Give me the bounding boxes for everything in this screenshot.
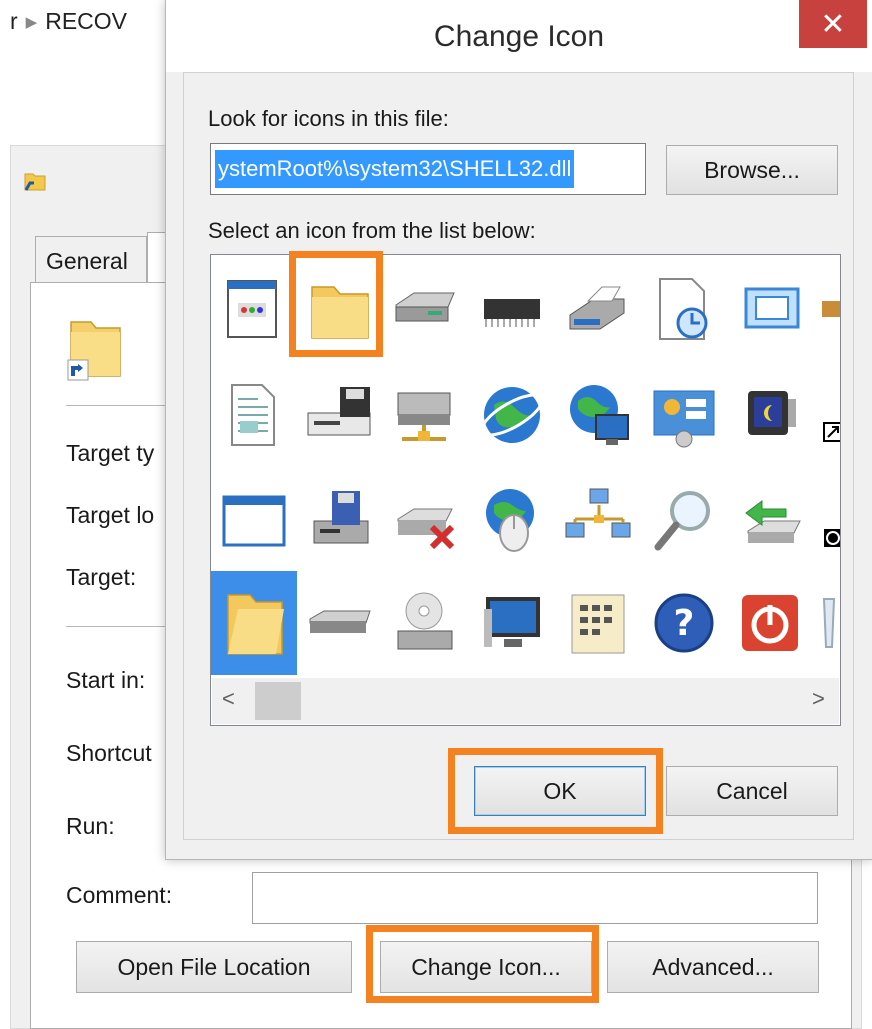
horizontal-scrollbar[interactable]	[212, 678, 839, 724]
icon-cell[interactable]	[469, 469, 555, 573]
open-folder-icon	[227, 594, 284, 655]
icon-cell[interactable]	[383, 469, 469, 573]
icon-cell[interactable]	[211, 571, 297, 675]
icon-cell[interactable]	[469, 363, 555, 467]
cancel-button[interactable]: Cancel	[666, 766, 838, 816]
globe-mouse-icon	[486, 489, 534, 552]
icon-cell[interactable]	[383, 571, 469, 675]
target-type-label: Target ty	[66, 440, 155, 466]
icon-cell[interactable]	[211, 257, 297, 361]
icon-cell[interactable]	[813, 571, 840, 675]
divider	[66, 626, 176, 627]
look-for-icons-label: Look for icons in this file:	[208, 106, 449, 131]
power-icon	[742, 595, 798, 651]
dialog-title: Change Icon	[433, 20, 605, 53]
magnifier-icon	[654, 491, 710, 551]
globe-icon	[480, 387, 544, 443]
hard-drive-icon	[395, 292, 455, 322]
application-window-icon	[227, 280, 277, 338]
close-button[interactable]: ✕	[799, 0, 867, 48]
scroll-right-arrow[interactable]: >	[812, 686, 825, 712]
removable-drive-icon	[309, 610, 371, 633]
comment-label: Comment:	[66, 882, 173, 908]
svg-text:?: ?	[674, 603, 695, 644]
icon-cell[interactable]	[469, 257, 555, 361]
clock-small-icon	[824, 529, 840, 547]
icon-cell[interactable]	[383, 363, 469, 467]
select-icon-label: Select an icon from the list below:	[208, 218, 536, 243]
icon-cell[interactable]	[641, 257, 727, 361]
icon-cell[interactable]	[555, 363, 641, 467]
icon-cell[interactable]: ?	[641, 571, 727, 675]
icon-cell[interactable]	[555, 469, 641, 573]
icon-cell[interactable]	[383, 257, 469, 361]
run-label: Run:	[66, 813, 115, 839]
icon-cell[interactable]	[297, 363, 383, 467]
breadcrumb: r ▶ RECOV	[10, 8, 127, 35]
grid-document-icon	[571, 594, 625, 654]
icon-cell[interactable]	[813, 469, 840, 573]
divider	[66, 405, 176, 406]
icon-cell[interactable]	[555, 257, 641, 361]
icon-cell[interactable]	[727, 257, 813, 361]
icon-cell[interactable]	[555, 571, 641, 675]
recycle-bin-icon	[822, 598, 836, 648]
cd-drive-icon	[397, 592, 453, 650]
start-in-label: Start in:	[66, 667, 146, 693]
scroll-left-arrow[interactable]: <	[222, 686, 235, 712]
icon-cell[interactable]	[727, 571, 813, 675]
shortcut-key-label: Shortcut	[66, 740, 152, 766]
disconnected-drive-icon	[397, 508, 455, 550]
icon-file-input[interactable]: ystemRoot%\system32\SHELL32.dll	[210, 143, 646, 195]
clock-document-icon	[659, 278, 708, 340]
memory-chip-icon	[484, 299, 540, 327]
partial-icon	[822, 301, 840, 317]
computer-floppy-icon	[307, 387, 371, 436]
icon-file-path: ystemRoot%\system32\SHELL32.dll	[215, 150, 575, 188]
breadcrumb-prefix[interactable]: r	[10, 8, 18, 34]
text-document-icon	[231, 384, 275, 446]
printer-icon	[569, 286, 625, 330]
icon-cell[interactable]	[641, 469, 727, 573]
icon-cell[interactable]	[641, 363, 727, 467]
target-location-label: Target lo	[66, 502, 155, 528]
icon-cell[interactable]	[813, 363, 840, 467]
highlight-folder-icon	[289, 251, 383, 357]
browse-button[interactable]: Browse...	[666, 145, 838, 195]
network-globe-icon	[570, 385, 629, 445]
shortcut-arrow-icon	[823, 422, 840, 442]
icon-cell[interactable]	[727, 363, 813, 467]
screensaver-icon	[748, 391, 796, 435]
icon-cell[interactable]	[727, 469, 813, 573]
network-drive-icon	[397, 392, 451, 441]
usb-drive-arrow-icon	[745, 500, 801, 543]
icon-cell[interactable]	[297, 571, 383, 675]
display-properties-icon	[744, 287, 800, 329]
icon-cell[interactable]	[813, 257, 840, 361]
shortcut-folder-icon	[22, 168, 48, 194]
chevron-right-icon: ▶	[25, 14, 38, 31]
close-icon: ✕	[820, 7, 846, 41]
help-icon: ?	[654, 593, 714, 653]
advanced-button[interactable]: Advanced...	[607, 941, 819, 993]
icon-cell[interactable]	[211, 363, 297, 467]
highlight-change-icon	[366, 925, 599, 1003]
network-computers-icon	[565, 488, 631, 538]
folder-shortcut-icon	[65, 312, 125, 382]
target-label: Target:	[66, 564, 137, 590]
control-panel-icon	[653, 390, 715, 448]
monitor-icon	[484, 597, 540, 647]
icon-cell[interactable]	[297, 469, 383, 573]
window-icon	[222, 495, 286, 547]
breadcrumb-current[interactable]: RECOV	[45, 8, 127, 34]
icon-cell[interactable]	[211, 469, 297, 573]
scroll-thumb[interactable]	[255, 682, 301, 720]
icon-cell[interactable]	[469, 571, 555, 675]
highlight-ok	[448, 748, 663, 834]
comment-input[interactable]	[252, 872, 818, 924]
tab-general[interactable]: General	[35, 236, 147, 282]
floppy-drive-icon	[313, 491, 369, 544]
open-file-location-button[interactable]: Open File Location	[76, 941, 352, 993]
